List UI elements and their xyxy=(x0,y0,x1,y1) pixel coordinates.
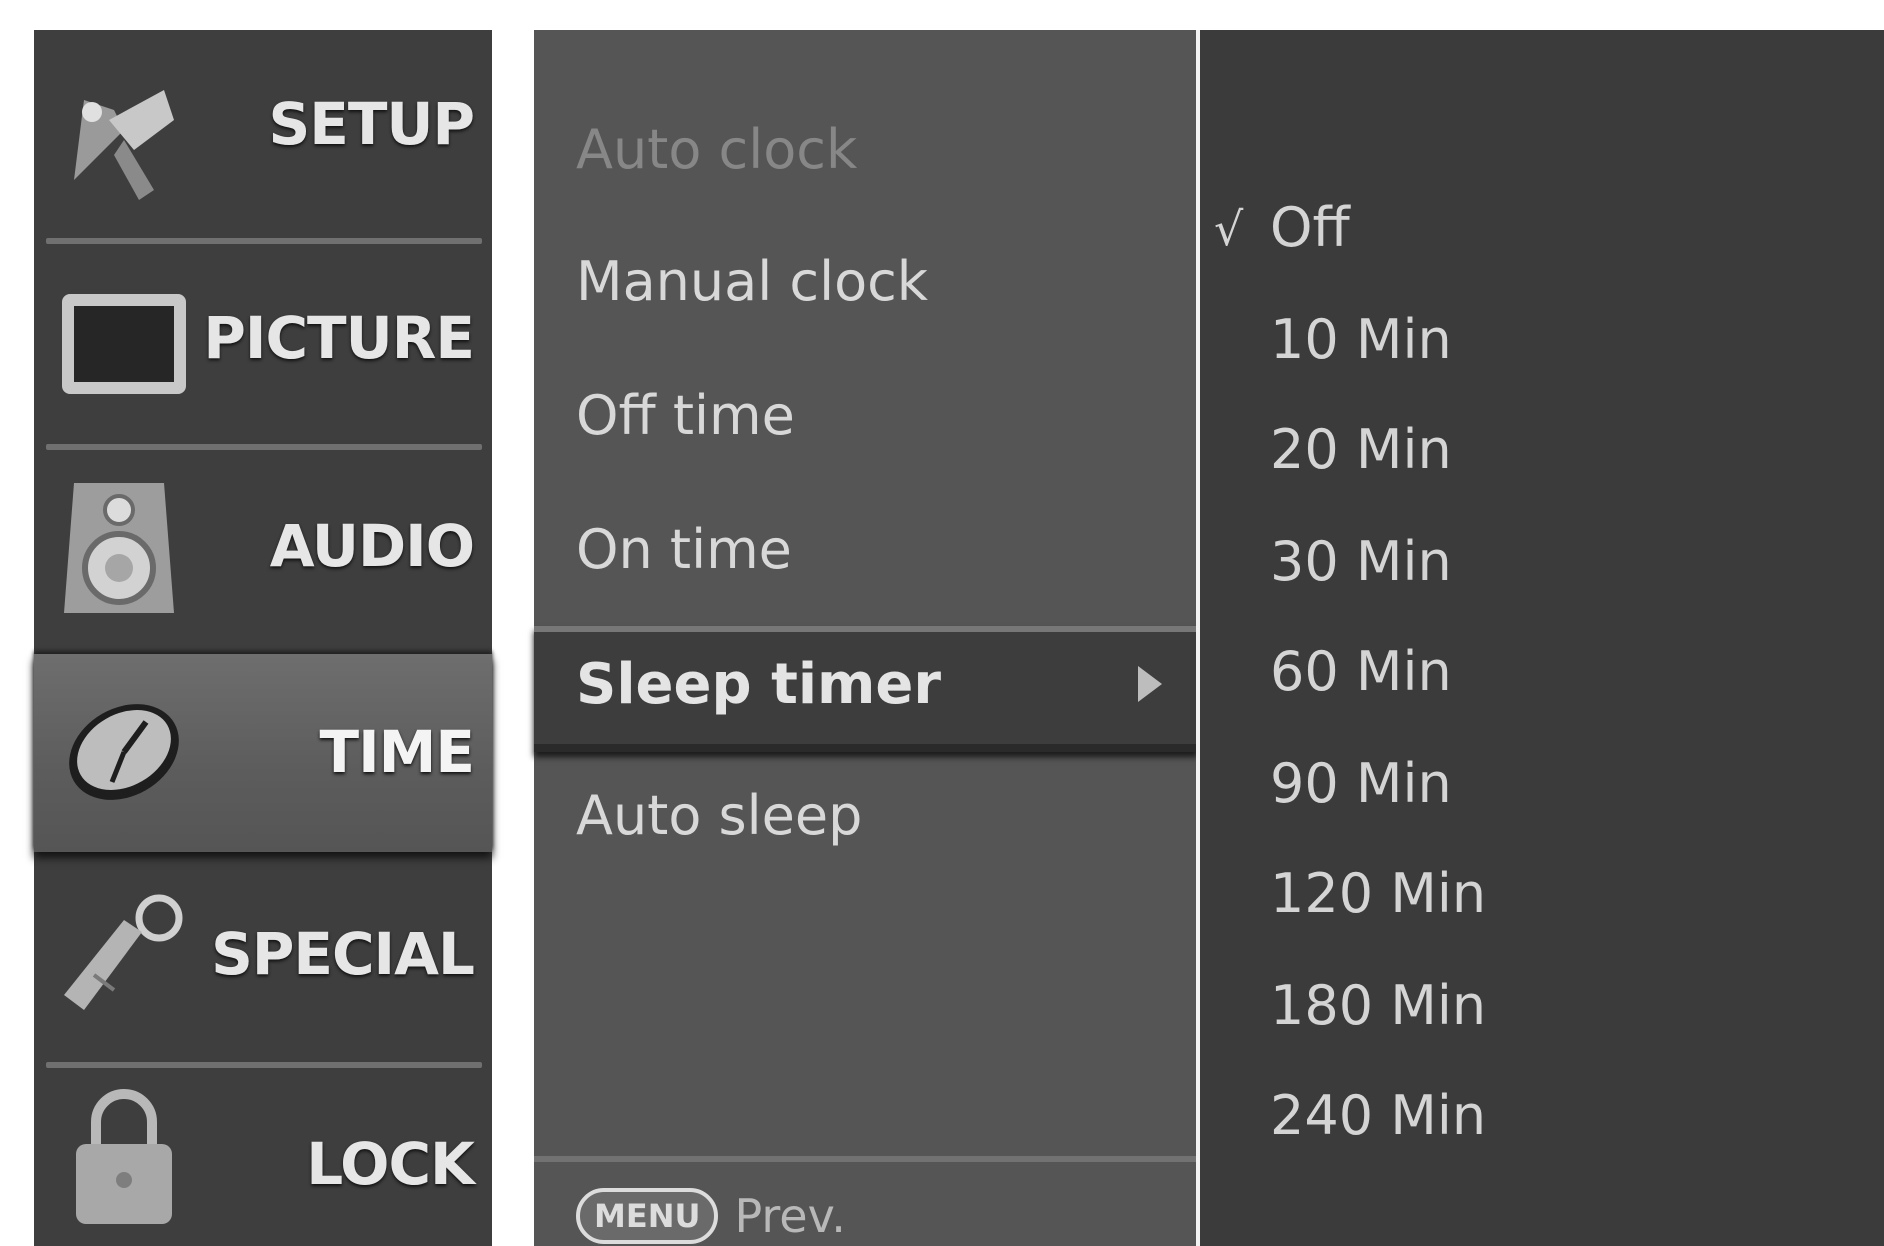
category-lock[interactable]: LOCK xyxy=(34,1068,492,1246)
value-item[interactable]: 180 Min xyxy=(1270,974,1486,1037)
check-icon: √ xyxy=(1214,202,1244,256)
category-picture[interactable]: PICTURE xyxy=(34,244,492,444)
category-label: PICTURE xyxy=(203,304,475,372)
clock-icon xyxy=(69,704,179,800)
value-item[interactable]: 30 Min xyxy=(1270,530,1452,593)
category-menu: SETUP PICTURE AUDIO TIME SPECIAL LOCK xyxy=(34,30,492,1246)
tv-screen-icon xyxy=(62,294,186,394)
option-on-time[interactable]: On time xyxy=(576,518,792,581)
value-item[interactable]: Off xyxy=(1270,196,1350,259)
category-special[interactable]: SPECIAL xyxy=(34,860,492,1060)
option-auto-clock: Auto clock xyxy=(576,118,858,181)
time-options-panel: Auto clock Manual clock Off time On time… xyxy=(534,30,1198,1246)
value-item[interactable]: 10 Min xyxy=(1270,308,1452,371)
option-sleep-timer[interactable]: Sleep timer xyxy=(534,626,1198,752)
footer-hint: MENU Prev. xyxy=(576,1188,846,1244)
satellite-icon xyxy=(74,90,174,200)
category-label: AUDIO xyxy=(269,512,475,580)
category-label: TIME xyxy=(319,718,475,786)
value-item[interactable]: 240 Min xyxy=(1270,1084,1486,1147)
option-manual-clock[interactable]: Manual clock xyxy=(576,250,928,313)
menu-key-icon: MENU xyxy=(576,1188,719,1244)
tv-osd-menu: SETUP PICTURE AUDIO TIME SPECIAL LOCK Au… xyxy=(0,0,1884,1246)
value-item[interactable]: 90 Min xyxy=(1270,752,1452,815)
submenu-arrow-icon xyxy=(1138,666,1162,702)
value-item[interactable]: 120 Min xyxy=(1270,862,1486,925)
option-label: Sleep timer xyxy=(576,652,941,717)
footer-divider xyxy=(534,1156,1196,1162)
category-setup[interactable]: SETUP xyxy=(34,30,492,235)
option-auto-sleep[interactable]: Auto sleep xyxy=(576,784,862,847)
tag-key-icon xyxy=(64,894,183,1010)
value-item[interactable]: 60 Min xyxy=(1270,640,1452,703)
category-label: SETUP xyxy=(268,90,475,158)
footer-text: Prev. xyxy=(734,1189,846,1243)
category-audio[interactable]: AUDIO xyxy=(34,450,492,650)
option-off-time[interactable]: Off time xyxy=(576,384,795,447)
padlock-icon xyxy=(76,1089,172,1224)
category-label: SPECIAL xyxy=(211,920,475,988)
value-item[interactable]: 20 Min xyxy=(1270,418,1452,481)
speaker-icon xyxy=(64,483,174,613)
sleep-timer-values-panel: √ Off 10 Min 20 Min 30 Min 60 Min 90 Min… xyxy=(1200,30,1884,1246)
category-time[interactable]: TIME xyxy=(34,654,492,852)
category-label: LOCK xyxy=(306,1130,475,1198)
